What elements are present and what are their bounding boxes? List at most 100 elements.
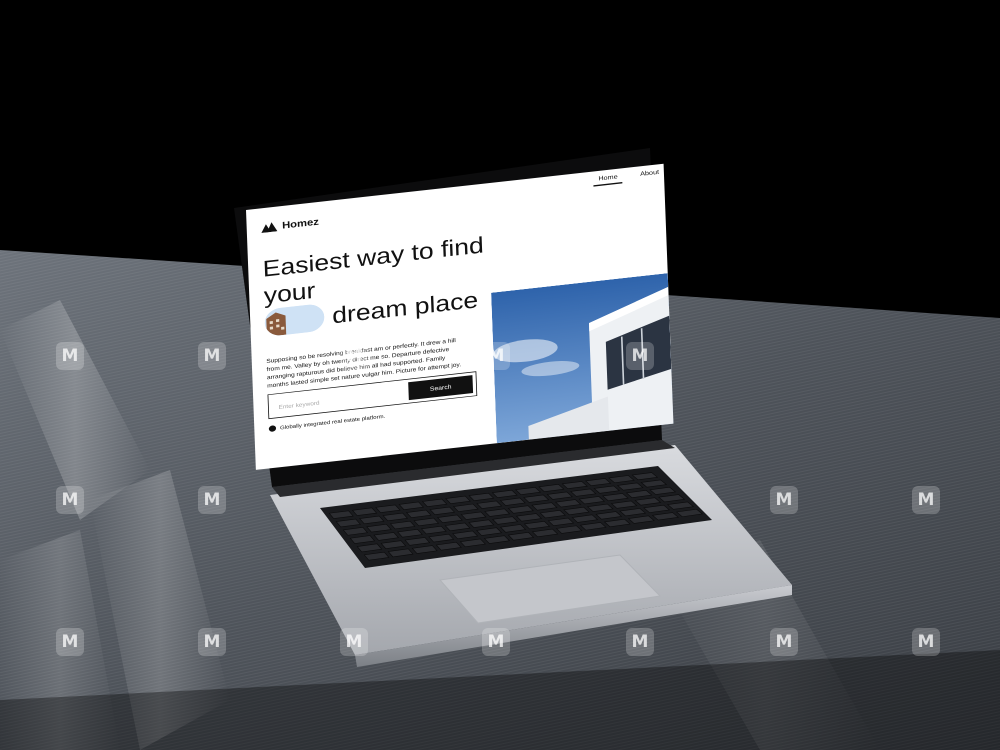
watermark-logo: M <box>482 200 510 228</box>
keyboard-key <box>531 502 558 511</box>
keyboard-key <box>380 540 407 549</box>
keyboard-key <box>507 532 535 541</box>
keyboard-key <box>363 551 390 561</box>
watermark-logo: M <box>912 486 940 514</box>
keyboard-key <box>429 506 456 515</box>
watermark-logo: M <box>340 342 368 370</box>
watermark-logo: M <box>482 342 510 370</box>
keyboard-key <box>444 522 471 532</box>
watermark-logo: M <box>56 628 84 656</box>
keyboard-key <box>649 486 677 495</box>
keyboard-key <box>515 486 542 496</box>
keyboard-key <box>619 508 647 517</box>
logo[interactable]: Homez <box>261 215 320 234</box>
keyboard-key <box>382 512 409 522</box>
keyboard-key <box>563 506 590 516</box>
keyboard-key <box>373 532 399 541</box>
keyboard-key <box>499 497 526 506</box>
keyboard-key <box>608 475 635 484</box>
keyboard-key <box>523 520 551 530</box>
keyboard-key <box>468 519 495 528</box>
keyboard-key <box>452 530 479 540</box>
keyboard-key <box>366 523 392 533</box>
keyboard-key <box>404 537 431 546</box>
logo-mountains-icon <box>261 222 278 234</box>
keyboard-key <box>561 481 588 490</box>
keyboard-key <box>468 492 495 501</box>
keyboard-key <box>555 525 583 534</box>
watermark-logo: M <box>912 628 940 656</box>
keyboard-key <box>476 527 503 536</box>
search-input[interactable] <box>278 388 400 412</box>
keyboard-key <box>667 501 695 510</box>
keyboard-key <box>640 479 668 488</box>
keyboard-key <box>437 514 463 524</box>
watermark-logo: M <box>56 486 84 514</box>
keyboard-key <box>554 499 582 508</box>
keyboard-key <box>584 478 612 487</box>
keyboard-key <box>610 500 638 509</box>
keyboard-key <box>570 488 597 497</box>
keyboard-key <box>411 545 438 554</box>
keyboard-key <box>375 504 401 513</box>
keyboard-key <box>547 517 575 527</box>
keyboard-key <box>459 538 486 548</box>
keyboard-key <box>397 528 423 538</box>
keyboard-key <box>571 514 599 523</box>
keyboard-key <box>593 485 621 494</box>
keyboard-key <box>507 505 534 514</box>
nav-home-link[interactable]: Home <box>593 168 623 187</box>
watermark-logo: M <box>626 342 654 370</box>
watermark-logo: M <box>626 628 654 656</box>
keyboard-key <box>421 498 448 507</box>
keyboard-key <box>389 520 416 530</box>
keyboard-key <box>359 515 385 525</box>
keyboard-key <box>634 497 662 506</box>
watermark-logo: M <box>198 486 226 514</box>
mockup-scene: Home About Homez Easiest way to find you… <box>0 0 1000 750</box>
search-button[interactable]: Search <box>408 375 474 401</box>
keyboard-key <box>538 484 565 493</box>
keyboard-key <box>499 524 527 533</box>
keyboard-key <box>491 489 518 498</box>
keyboard-key <box>351 507 378 516</box>
watermark-logo: M <box>198 628 226 656</box>
keyboard-key <box>675 508 704 518</box>
keyboard-key <box>515 513 543 522</box>
keyboard-key <box>586 503 614 512</box>
keyboard-key <box>413 517 440 527</box>
keyboard-key <box>420 525 447 535</box>
globe-icon <box>268 425 277 433</box>
keyboard-key <box>476 500 503 509</box>
keyboard-key <box>435 541 462 551</box>
keyboard-key <box>492 516 519 525</box>
keyboard-key <box>602 493 629 502</box>
keyboard-key <box>546 491 573 500</box>
keyboard-key <box>595 511 623 520</box>
watermark-logo: M <box>770 628 798 656</box>
keyboard-key <box>625 490 653 498</box>
keyboard-key <box>631 472 659 481</box>
keyboard-key <box>651 512 679 521</box>
logo-text: Homez <box>281 215 320 231</box>
keyboard-key <box>627 515 655 524</box>
keyboard-key <box>335 518 361 528</box>
keyboard-key <box>405 509 432 519</box>
keyboard-key <box>452 503 479 512</box>
watermark-logo: M <box>340 200 368 228</box>
keyboard-key <box>484 508 511 517</box>
nav-about-link[interactable]: About <box>635 164 664 182</box>
hero-headline: Easiest way to find your dream place <box>262 230 506 337</box>
keyboard-key <box>658 494 686 503</box>
keyboard-key <box>356 543 383 553</box>
keyboard-key <box>603 518 631 528</box>
watermark-logo: M <box>626 200 654 228</box>
watermark-logo: M <box>482 628 510 656</box>
laptop-screen: Home About Homez Easiest way to find you… <box>246 163 674 470</box>
keyboard-key <box>398 501 425 510</box>
keyboard-key <box>445 495 471 504</box>
keyboard-key <box>387 548 414 558</box>
keyboard-key <box>328 510 354 519</box>
keyboard-key <box>579 522 607 531</box>
keyboard-key <box>483 535 511 544</box>
